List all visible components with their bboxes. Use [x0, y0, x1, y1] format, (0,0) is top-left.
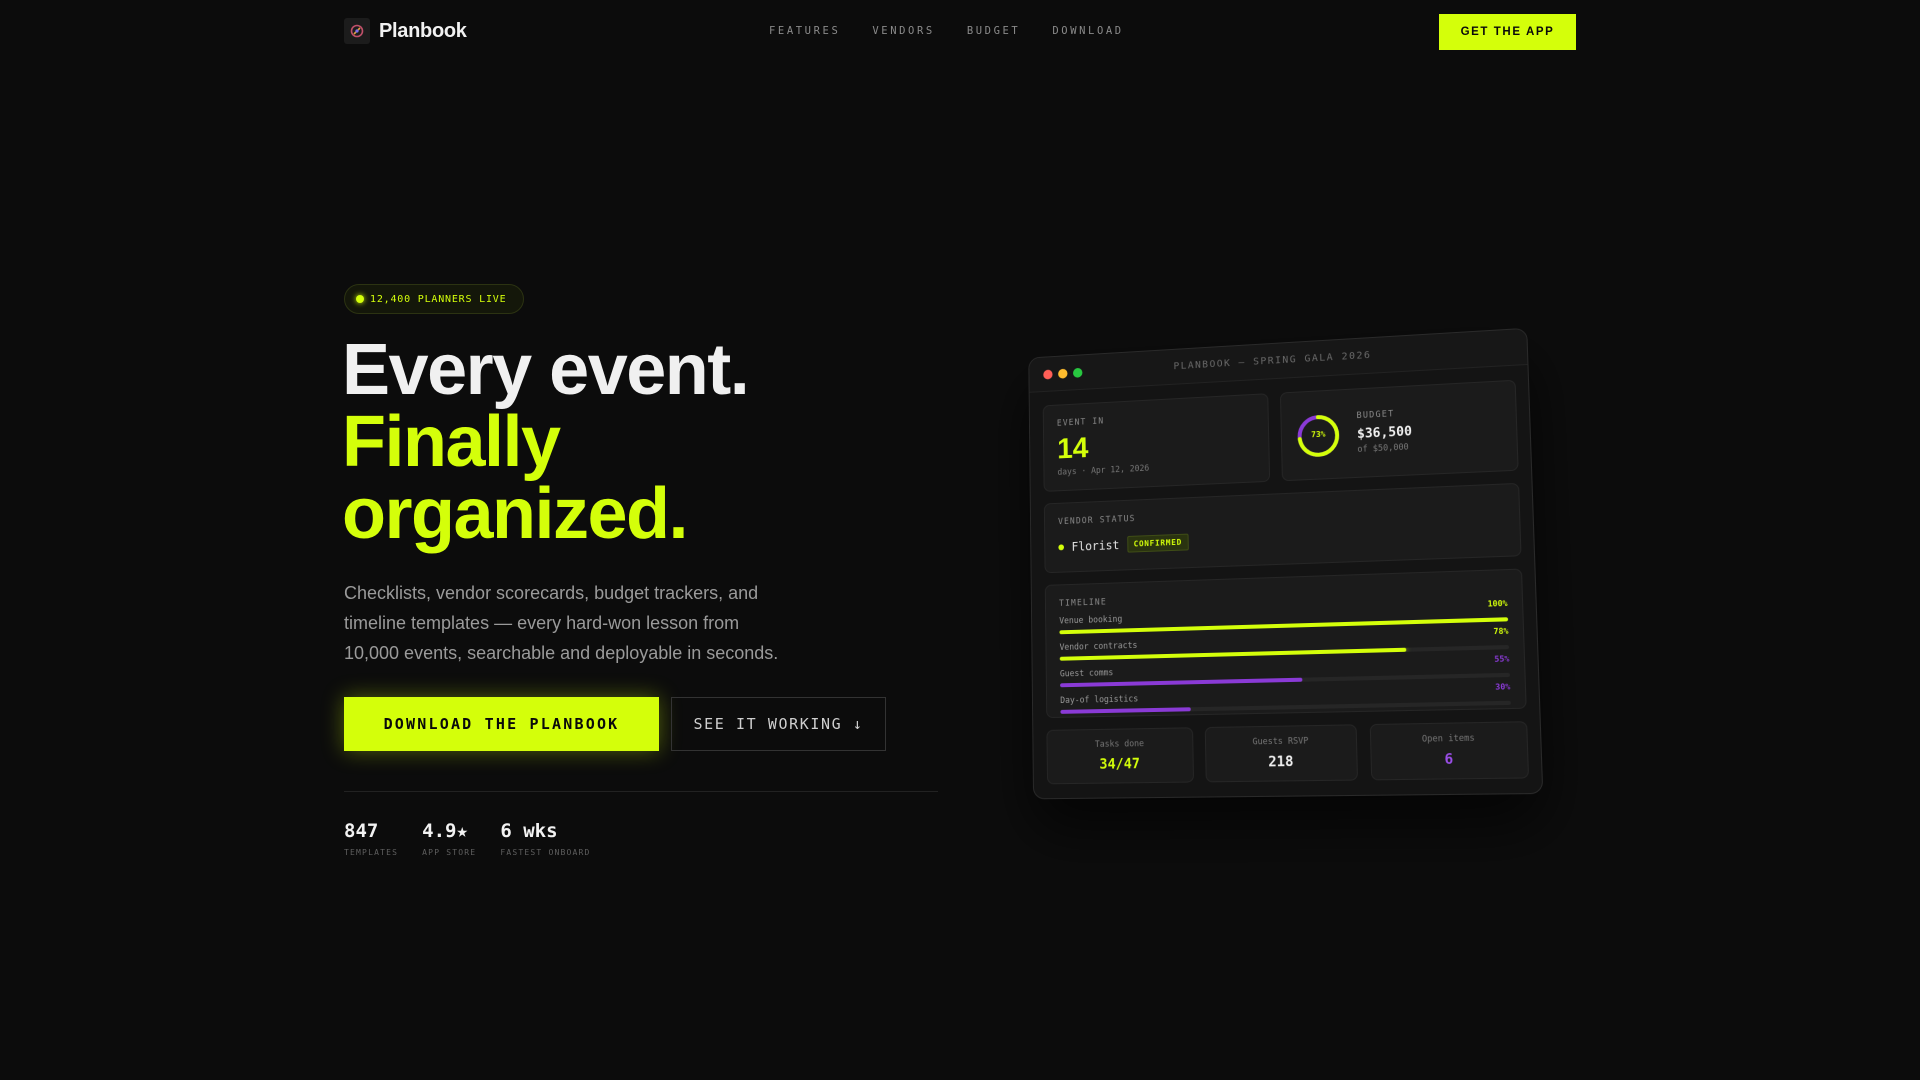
- planbook-logo-icon: [344, 18, 370, 44]
- timeline-rows: Venue booking 100% Vendor contracts 78% Gues…: [1059, 599, 1511, 719]
- dashboard-preview: PLANBOOK — SPRING GALA 2026 EVENT IN 14 …: [1028, 327, 1544, 800]
- headline-line-3: organized.: [342, 474, 689, 554]
- stat-value: 4.9★: [422, 820, 468, 842]
- budget-info: BUDGET $36,500 of $50,000: [1356, 408, 1412, 455]
- status-badge: CONFIRMED: [1126, 533, 1189, 553]
- nav-link-download[interactable]: DOWNLOAD: [1052, 25, 1123, 37]
- timeline-task-name: Venue booking: [1059, 614, 1123, 627]
- stat-value: 6 wks: [500, 820, 558, 842]
- badge-text: 12,400 PLANNERS LIVE: [370, 293, 507, 305]
- budget-amount: $36,500: [1356, 424, 1413, 442]
- budget-label: BUDGET: [1356, 409, 1395, 422]
- timeline-percent: 100%: [1487, 598, 1508, 609]
- timeline-percent: 55%: [1494, 654, 1510, 664]
- stat-app-store: 4.9★ APP STORE: [422, 820, 476, 857]
- download-planbook-button[interactable]: DOWNLOAD THE PLANBOOK: [344, 697, 659, 751]
- headline-line-1: Every event.: [342, 330, 750, 410]
- planners-live-badge: 12,400 PLANNERS LIVE: [344, 284, 524, 314]
- timeline-task-name: Day-of logistics: [1060, 694, 1139, 706]
- mini-label: Open items: [1421, 733, 1475, 745]
- brand-logo[interactable]: Planbook: [344, 18, 467, 44]
- budget-card: 73% BUDGET $36,500 of $50,000: [1279, 379, 1519, 482]
- timeline-task-name: Guest comms: [1059, 668, 1114, 680]
- headline-line-2: Finally: [342, 402, 561, 482]
- hero-headline: Every event. Finally organized.: [342, 330, 750, 554]
- window-title: PLANBOOK — SPRING GALA 2026: [1173, 349, 1372, 373]
- open-items-card: Open items 6: [1369, 721, 1530, 781]
- timeline-percent: 30%: [1495, 682, 1511, 692]
- stat-value: 847: [344, 820, 379, 842]
- progress-fill: [1060, 707, 1191, 714]
- vendor-name: Florist: [1071, 537, 1120, 554]
- event-countdown-card: EVENT IN 14 days · Apr 12, 2026: [1042, 393, 1271, 492]
- tasks-done-card: Tasks done 34/47: [1046, 727, 1195, 785]
- timeline-task-name: Vendor contracts: [1059, 640, 1138, 653]
- vendor-status-card: VENDOR STATUS Florist CONFIRMED: [1043, 482, 1522, 574]
- hero-divider: [344, 791, 938, 792]
- nav-links: FEATURES VENDORS BUDGET DOWNLOAD: [769, 25, 1124, 37]
- get-the-app-button[interactable]: GET THE APP: [1439, 14, 1576, 50]
- stat-label: APP STORE: [422, 848, 477, 857]
- guests-rsvp-card: Guests RSVP 218: [1204, 724, 1359, 783]
- nav-link-features[interactable]: FEATURES: [769, 25, 840, 37]
- vendor-row: Florist CONFIRMED: [1058, 521, 1505, 555]
- timeline-percent: 78%: [1493, 626, 1509, 637]
- event-days: 14: [1057, 431, 1089, 466]
- nav-link-budget[interactable]: BUDGET: [967, 25, 1021, 37]
- budget-total: of $50,000: [1357, 442, 1409, 455]
- mini-value: 218: [1268, 753, 1294, 771]
- dashboard-window: PLANBOOK — SPRING GALA 2026 EVENT IN 14 …: [1028, 327, 1544, 800]
- see-it-working-button[interactable]: SEE IT WORKING ↓: [671, 697, 886, 751]
- stat-onboard: 6 wks FASTEST ONBOARD: [500, 820, 590, 857]
- brand-name: Planbook: [379, 19, 467, 42]
- nav-link-vendors[interactable]: VENDORS: [872, 25, 934, 37]
- stat-label: TEMPLATES: [344, 848, 399, 857]
- status-dot-icon: [1058, 543, 1065, 550]
- live-dot-icon: [356, 295, 364, 303]
- timeline-card: TIMELINE Venue booking 100% Vendor contrac…: [1044, 568, 1527, 719]
- hero-description: Checklists, vendor scorecards, budget tr…: [344, 583, 779, 663]
- hero-stats: 847 TEMPLATES 4.9★ APP STORE 6 wks FASTE…: [344, 820, 591, 857]
- mini-value: 6: [1444, 751, 1454, 769]
- stat-templates: 847 TEMPLATES: [344, 820, 398, 857]
- mini-value: 34/47: [1099, 756, 1141, 773]
- mini-label: Tasks done: [1094, 739, 1145, 750]
- progress-fill: [1060, 677, 1303, 688]
- mini-label: Guests RSVP: [1252, 736, 1309, 748]
- top-nav: Planbook FEATURES VENDORS BUDGET DOWNLOA…: [0, 0, 1920, 64]
- stat-label: FASTEST ONBOARD: [500, 848, 591, 857]
